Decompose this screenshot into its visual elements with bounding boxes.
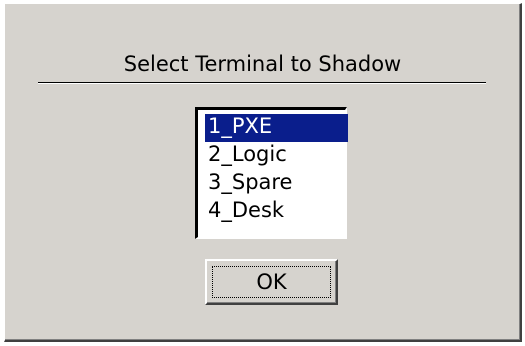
ok-button[interactable]: OK bbox=[205, 259, 338, 305]
dialog-title: Select Terminal to Shadow bbox=[123, 52, 402, 76]
terminal-list-item-2[interactable]: 2_Logic bbox=[205, 142, 348, 170]
ok-button-label: OK bbox=[212, 266, 331, 298]
select-terminal-dialog: Select Terminal to Shadow 1_PXE 2_Logic … bbox=[4, 3, 522, 342]
terminal-list-item-3[interactable]: 3_Spare bbox=[205, 170, 348, 198]
title-divider bbox=[38, 82, 486, 84]
terminal-list-item-4[interactable]: 4_Desk bbox=[205, 198, 348, 226]
terminal-list-item-1[interactable]: 1_PXE bbox=[205, 114, 348, 142]
terminal-listbox[interactable]: 1_PXE 2_Logic 3_Spare 4_Desk bbox=[195, 107, 348, 239]
